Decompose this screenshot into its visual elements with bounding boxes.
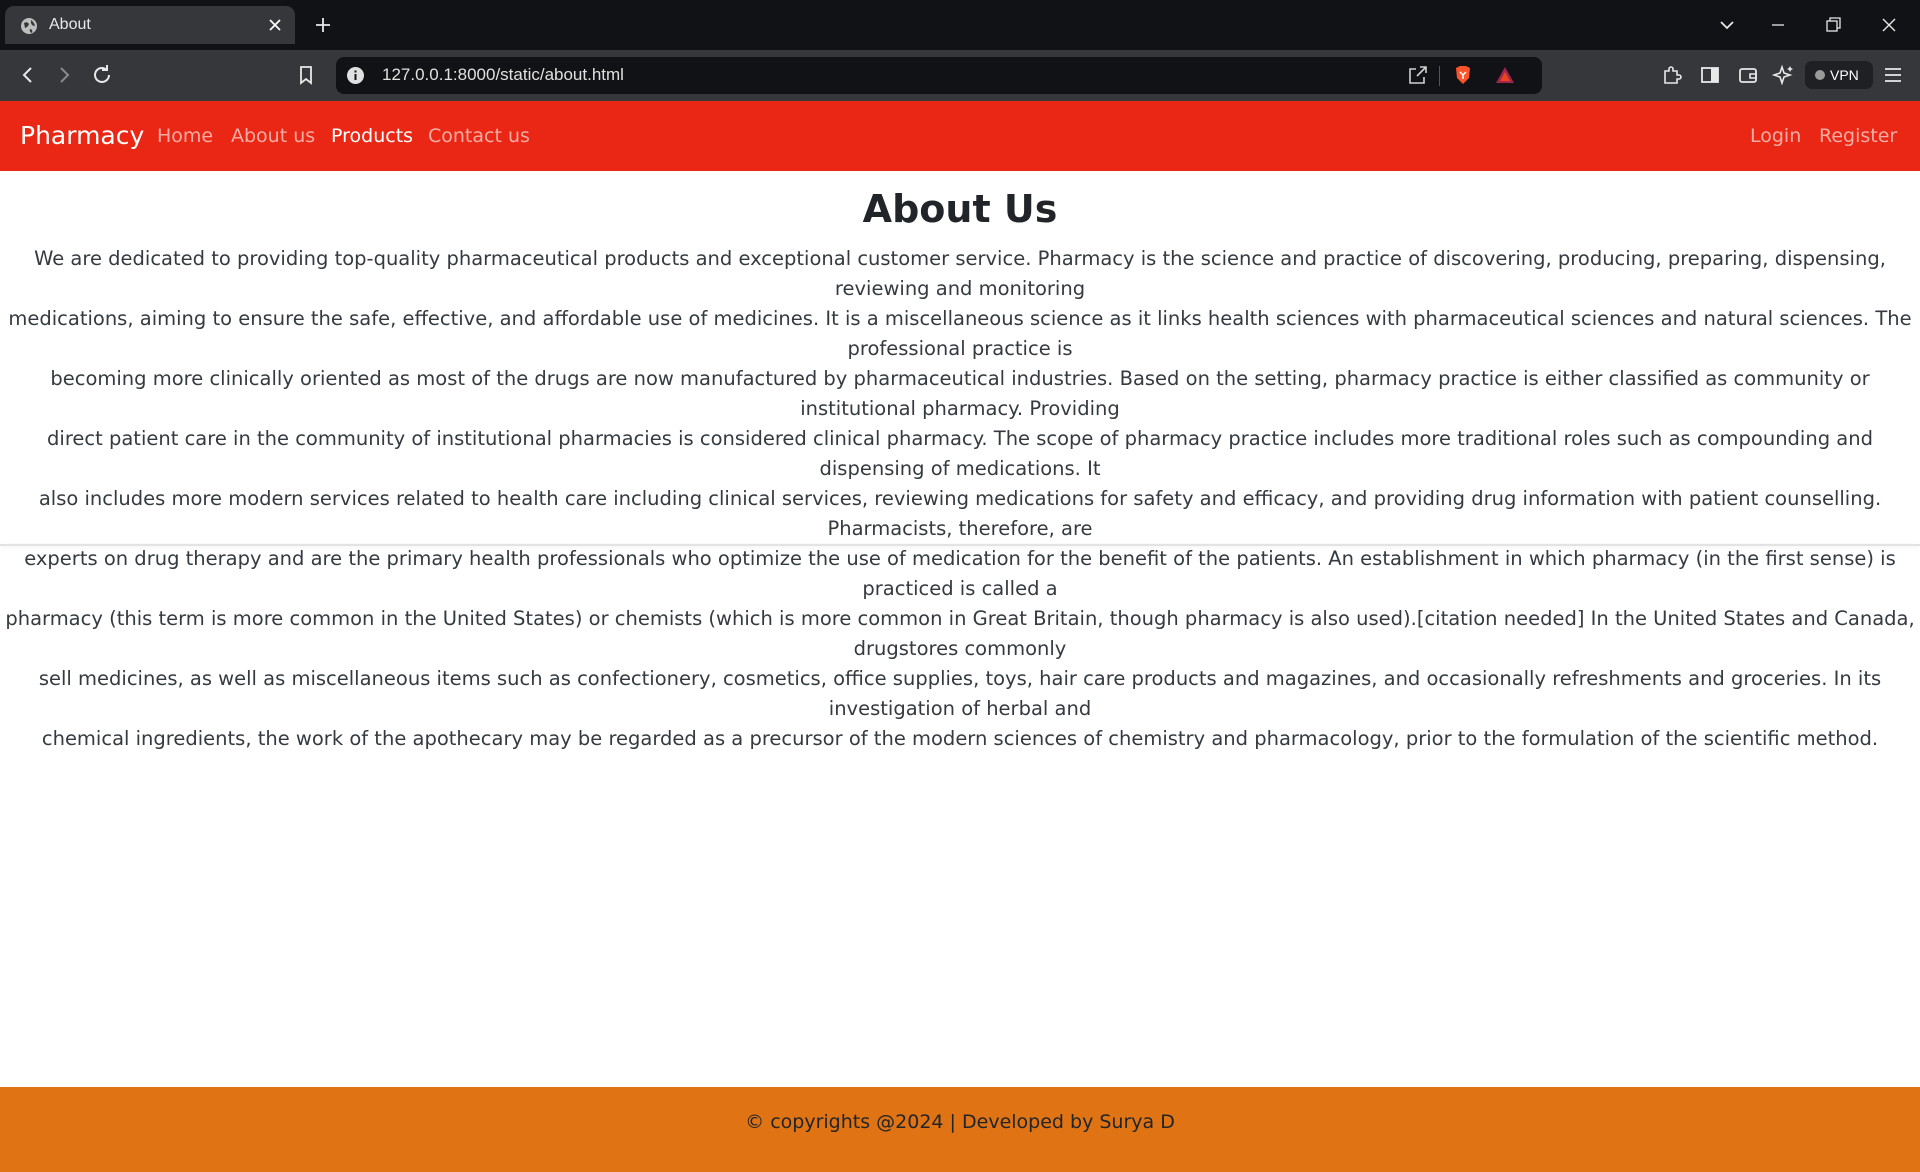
- about-line: becoming more clinically oriented as mos…: [50, 367, 1870, 420]
- about-paragraph: We are dedicated to providing top-qualit…: [0, 244, 1920, 754]
- nav-link-register[interactable]: Register: [1819, 125, 1897, 147]
- reload-icon[interactable]: [90, 63, 114, 87]
- bookmark-icon[interactable]: [294, 63, 318, 87]
- wallet-icon[interactable]: [1736, 63, 1760, 87]
- site-footer: © copyrights @2024 | Developed by Surya …: [0, 1087, 1920, 1172]
- tab-title: About: [49, 16, 91, 33]
- forward-icon[interactable]: [52, 63, 76, 87]
- footer-copyright: © copyrights @2024 | Developed by Surya …: [745, 1111, 1175, 1133]
- nav-link-login[interactable]: Login: [1750, 125, 1801, 147]
- restore-icon[interactable]: [1823, 15, 1843, 35]
- nav-link-home[interactable]: Home: [157, 125, 213, 147]
- about-line: pharmacy (this term is more common in th…: [5, 607, 1915, 660]
- info-icon[interactable]: [346, 66, 365, 85]
- back-icon[interactable]: [16, 63, 40, 87]
- about-line: chemical ingredients, the work of the ap…: [41, 727, 1879, 750]
- address-bar[interactable]: 127.0.0.1:8000/static/about.html: [336, 57, 1542, 94]
- section-divider: [0, 544, 1920, 546]
- close-icon[interactable]: [267, 17, 283, 33]
- about-line: experts on drug therapy and are the prim…: [24, 547, 1896, 600]
- menu-icon[interactable]: [1881, 63, 1905, 87]
- about-line: We are dedicated to providing top-qualit…: [34, 247, 1886, 300]
- page-title: About Us: [862, 187, 1058, 231]
- about-line: direct patient care in the community of …: [47, 427, 1873, 480]
- about-line: also includes more modern services relat…: [38, 487, 1882, 540]
- share-icon[interactable]: [1406, 63, 1430, 87]
- about-line: sell medicines, as well as miscellaneous…: [38, 667, 1882, 720]
- globe-icon: [21, 18, 37, 34]
- nav-link-about[interactable]: About us: [231, 125, 315, 147]
- nav-link-contact[interactable]: Contact us: [428, 125, 530, 147]
- vpn-button[interactable]: VPN: [1805, 61, 1873, 89]
- plus-icon[interactable]: [313, 15, 333, 35]
- chevron-down-icon[interactable]: [1717, 15, 1737, 35]
- brand-link[interactable]: Pharmacy: [20, 121, 144, 150]
- close-window-icon[interactable]: [1879, 15, 1899, 35]
- vpn-status-icon: [1815, 70, 1825, 80]
- url-text: 127.0.0.1:8000/static/about.html: [382, 65, 624, 84]
- about-line: medications, aiming to ensure the safe, …: [8, 307, 1912, 360]
- browser-tab[interactable]: About: [5, 6, 295, 44]
- sidebar-icon[interactable]: [1698, 63, 1722, 87]
- brave-shield-icon[interactable]: [1451, 63, 1475, 87]
- minimize-icon[interactable]: [1768, 15, 1788, 35]
- url-divider: [1439, 66, 1440, 86]
- leo-icon[interactable]: [1772, 63, 1796, 87]
- vpn-label: VPN: [1830, 67, 1859, 83]
- extensions-icon[interactable]: [1660, 63, 1684, 87]
- browser-tab-bar: About: [0, 0, 1920, 50]
- nav-link-products[interactable]: Products: [331, 125, 413, 147]
- site-navbar: Pharmacy Home About us Products Contact …: [0, 101, 1920, 171]
- brave-rewards-icon[interactable]: [1493, 63, 1517, 87]
